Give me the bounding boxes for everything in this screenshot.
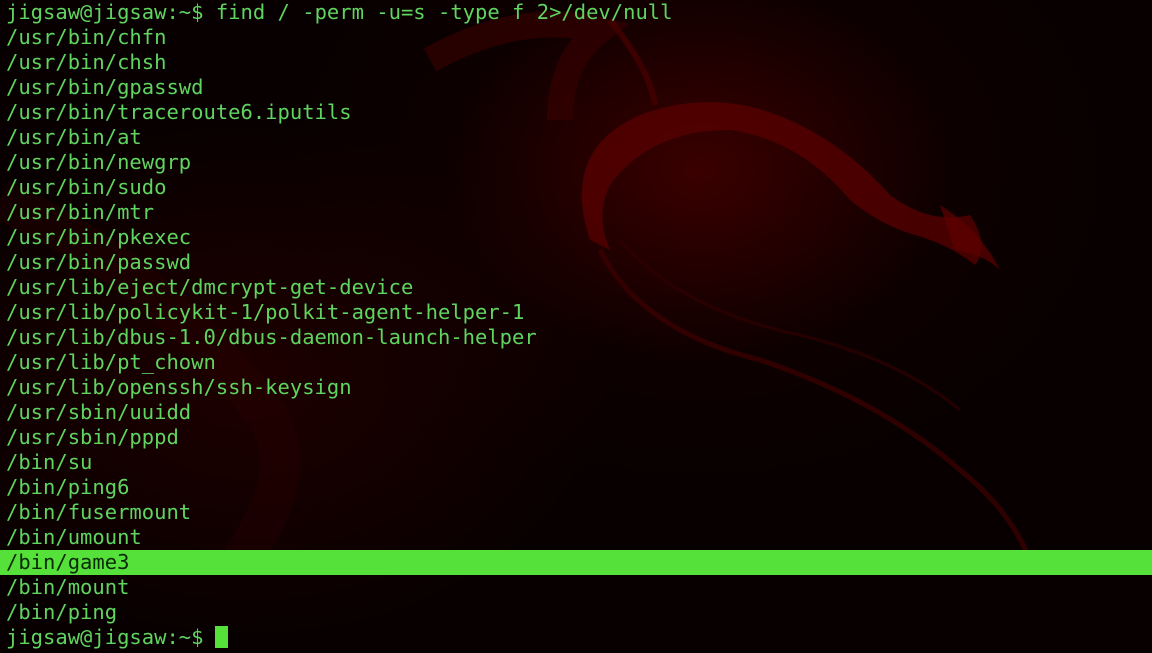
- text-cursor: [215, 626, 229, 648]
- output-line: /usr/sbin/uuidd: [6, 400, 192, 424]
- output-line: /usr/sbin/pppd: [6, 425, 179, 449]
- prompt: jigsaw@jigsaw:~$: [6, 0, 204, 24]
- output-line: /bin/mount: [6, 575, 130, 599]
- output-line: /usr/bin/at: [6, 125, 142, 149]
- output-line: /bin/ping6: [6, 475, 130, 499]
- output-line: /usr/bin/gpasswd: [6, 75, 204, 99]
- current-prompt-line[interactable]: jigsaw@jigsaw:~$: [0, 625, 1152, 650]
- output-line: /usr/bin/newgrp: [6, 150, 192, 174]
- terminal-output: jigsaw@jigsaw:~$ find / -perm -u=s -type…: [0, 0, 1152, 650]
- output-line: /usr/bin/sudo: [6, 175, 167, 199]
- output-line: /usr/bin/chsh: [6, 50, 167, 74]
- output-line: /usr/bin/pkexec: [6, 225, 192, 249]
- output-line: /usr/lib/policykit-1/polkit-agent-helper…: [6, 300, 525, 324]
- output-line: /bin/umount: [6, 525, 142, 549]
- output-line: /usr/bin/chfn: [6, 25, 167, 49]
- terminal-window[interactable]: jigsaw@jigsaw:~$ find / -perm -u=s -type…: [0, 0, 1152, 653]
- output-line: /usr/lib/pt_chown: [6, 350, 216, 374]
- output-line: /usr/lib/openssh/ssh-keysign: [6, 375, 352, 399]
- output-line: /usr/bin/traceroute6.iputils: [6, 100, 352, 124]
- command-line: jigsaw@jigsaw:~$ find / -perm -u=s -type…: [0, 0, 1152, 25]
- highlighted-output-line[interactable]: /bin/game3: [0, 550, 1152, 575]
- output-line: /usr/bin/passwd: [6, 250, 192, 274]
- prompt: jigsaw@jigsaw:~$: [6, 625, 204, 649]
- output-line: /usr/lib/dbus-1.0/dbus-daemon-launch-hel…: [6, 325, 537, 349]
- output-line: /bin/ping: [6, 600, 118, 624]
- output-line: /usr/bin/mtr: [6, 200, 155, 224]
- output-line: /bin/su: [6, 450, 93, 474]
- output-line: /usr/lib/eject/dmcrypt-get-device: [6, 275, 414, 299]
- output-line: /bin/fusermount: [6, 500, 192, 524]
- command-text: find / -perm -u=s -type f 2>/dev/null: [215, 0, 673, 24]
